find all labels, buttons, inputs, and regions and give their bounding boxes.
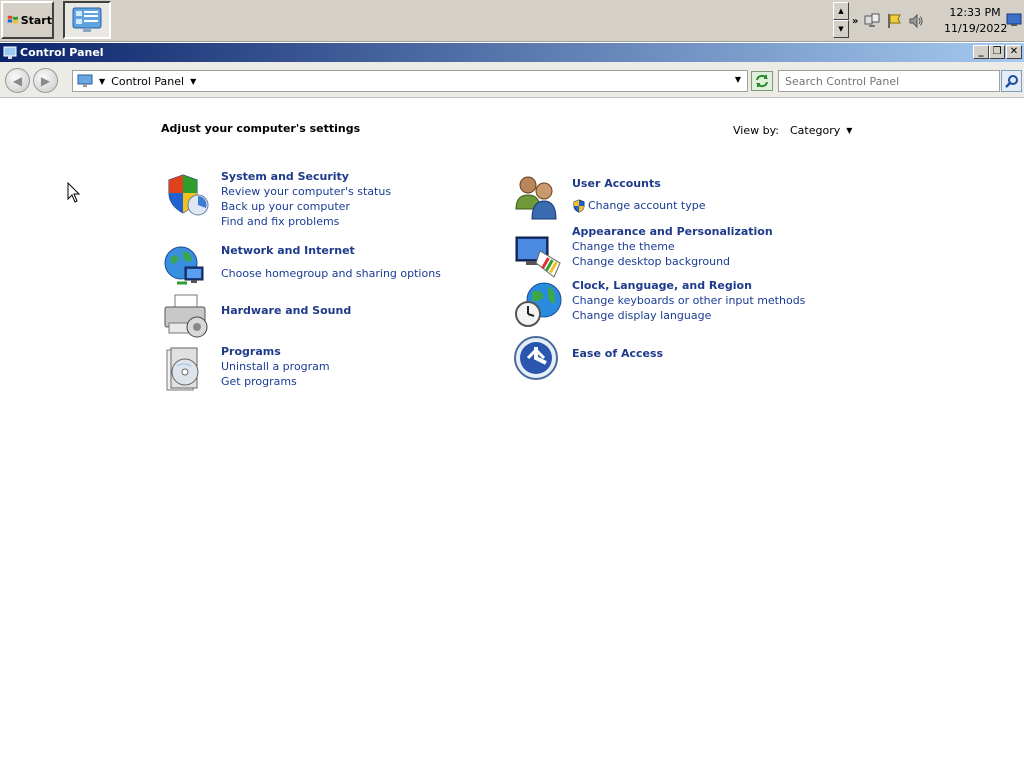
control-panel-icon xyxy=(72,7,102,32)
window-title: Control Panel xyxy=(20,46,104,59)
network-icon[interactable] xyxy=(864,13,880,29)
network-globe-icon xyxy=(164,246,204,285)
taskbar: Start ▲ ▼ » 12:33 PM 11/19/2022 xyxy=(0,0,1024,42)
action-center-flag-icon[interactable] xyxy=(886,13,902,29)
backup-link[interactable]: Back up your computer xyxy=(221,199,391,214)
page-heading: Adjust your computer's settings xyxy=(161,122,361,135)
appearance-and-personalization-link[interactable]: Appearance and Personalization xyxy=(572,224,773,239)
forward-button[interactable]: ▶ xyxy=(33,68,58,93)
system-and-security-link[interactable]: System and Security xyxy=(221,169,391,184)
search-icon xyxy=(1004,75,1018,88)
clock-globe-icon xyxy=(515,282,562,327)
view-by: View by: Category ▼ xyxy=(733,124,852,137)
shield-icon xyxy=(168,174,209,216)
get-programs-link[interactable]: Get programs xyxy=(221,374,330,389)
back-button[interactable]: ◀ xyxy=(5,68,30,93)
user-accounts-link[interactable]: User Accounts xyxy=(572,176,706,191)
forward-arrow-icon: ▶ xyxy=(40,73,51,88)
address-bar[interactable]: ▼ Control Panel ▼ ▼ xyxy=(72,70,748,92)
window-titlebar: Control Panel _ ❐ ✕ xyxy=(0,43,1024,62)
change-desktop-background-link[interactable]: Change desktop background xyxy=(572,254,773,269)
view-by-dropdown[interactable]: Category ▼ xyxy=(790,124,852,137)
windows-logo-icon xyxy=(7,15,18,24)
uac-shield-icon xyxy=(573,198,585,213)
control-panel-small-icon xyxy=(3,46,17,59)
volume-icon[interactable] xyxy=(908,13,924,29)
taskbar-control-panel-button[interactable] xyxy=(63,1,111,39)
control-panel-breadcrumb-icon xyxy=(77,74,93,87)
view-by-value: Category xyxy=(790,124,841,137)
address-history-dropdown-icon[interactable]: ▼ xyxy=(735,75,741,84)
breadcrumb-dropdown-icon[interactable]: ▼ xyxy=(190,77,196,86)
ease-of-access-link[interactable]: Ease of Access xyxy=(572,346,663,361)
mouse-cursor-icon xyxy=(67,182,81,203)
search-input[interactable] xyxy=(778,70,1000,92)
clock-date: 11/19/2022 xyxy=(944,22,1008,35)
restore-button[interactable]: ❐ xyxy=(989,45,1005,59)
programs-link[interactable]: Programs xyxy=(221,344,330,359)
users-icon xyxy=(515,176,557,220)
fix-problems-link[interactable]: Find and fix problems xyxy=(221,214,391,229)
change-theme-link[interactable]: Change the theme xyxy=(572,239,773,254)
change-keyboards-link[interactable]: Change keyboards or other input methods xyxy=(572,293,805,308)
navigation-bar: ◀ ▶ ▼ Control Panel ▼ ▼ xyxy=(0,62,1024,98)
scroll-up-button[interactable]: ▲ xyxy=(833,2,849,20)
clock[interactable]: 12:33 PM 11/19/2022 xyxy=(944,5,1008,37)
refresh-button[interactable] xyxy=(751,71,773,91)
uninstall-program-link[interactable]: Uninstall a program xyxy=(221,359,330,374)
appearance-monitor-icon xyxy=(515,236,561,278)
refresh-icon xyxy=(756,74,768,88)
close-button[interactable]: ✕ xyxy=(1006,45,1022,59)
ease-of-access-icon xyxy=(514,336,558,380)
view-by-label: View by: xyxy=(733,124,779,137)
system-tray: » xyxy=(852,4,942,38)
scroll-down-button[interactable]: ▼ xyxy=(833,20,849,38)
breadcrumb-separator-icon[interactable]: ▼ xyxy=(99,77,105,86)
clock-time: 12:33 PM xyxy=(949,6,1001,19)
show-desktop-icon[interactable] xyxy=(1006,12,1022,28)
chevron-down-icon: ▼ xyxy=(846,126,853,135)
network-and-internet-link[interactable]: Network and Internet xyxy=(221,243,441,258)
start-button[interactable]: Start xyxy=(1,1,54,39)
printer-icon xyxy=(164,294,208,338)
programs-disc-icon xyxy=(166,347,199,391)
start-label: Start xyxy=(20,13,52,27)
change-account-type-row[interactable]: Change account type xyxy=(572,198,706,213)
search-button[interactable] xyxy=(1001,70,1022,92)
change-account-type-link[interactable]: Change account type xyxy=(588,198,706,213)
minimize-button[interactable]: _ xyxy=(973,45,989,59)
show-hidden-icons-icon[interactable]: » xyxy=(852,16,858,27)
tray-scroll: ▲ ▼ xyxy=(833,2,849,40)
breadcrumb-control-panel[interactable]: Control Panel xyxy=(111,75,184,88)
review-status-link[interactable]: Review your computer's status xyxy=(221,184,391,199)
homegroup-link[interactable]: Choose homegroup and sharing options xyxy=(221,266,441,281)
back-arrow-icon: ◀ xyxy=(12,73,23,88)
clock-language-and-region-link[interactable]: Clock, Language, and Region xyxy=(572,278,805,293)
hardware-and-sound-link[interactable]: Hardware and Sound xyxy=(221,303,351,318)
change-display-language-link[interactable]: Change display language xyxy=(572,308,805,323)
